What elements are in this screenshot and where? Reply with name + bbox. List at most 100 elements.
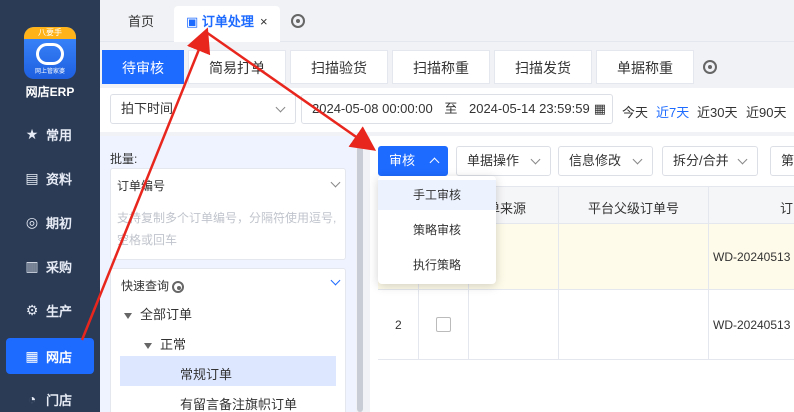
sidebar-item-label: 生产 bbox=[46, 303, 73, 319]
split-merge-label: 拆分/合并 bbox=[673, 153, 729, 168]
gear-icon bbox=[172, 280, 185, 293]
menu-item-manual-audit[interactable]: 手工审核 bbox=[378, 180, 496, 210]
tree-node-flagged[interactable]: 有留言备注旗帜订单 bbox=[180, 394, 297, 412]
col-parent-order-no[interactable]: 平台父级订单号 bbox=[588, 198, 679, 217]
calendar-icon: ▦ bbox=[593, 101, 606, 116]
subtab-scan-ship[interactable]: 扫描发货 bbox=[494, 50, 592, 84]
order-no-label: 订单编号 bbox=[117, 179, 166, 193]
time-type-value: 拍下时间 bbox=[121, 101, 174, 116]
sidebar-item-data[interactable]: ▤ 资料 bbox=[0, 160, 100, 196]
order-no-input[interactable]: 支持复制多个订单编号，分隔符使用逗号,空格或回车 bbox=[117, 207, 337, 251]
chevron-down-icon[interactable] bbox=[330, 177, 341, 188]
quick-90days[interactable]: 近90天 bbox=[746, 102, 786, 121]
row-index: 2 bbox=[395, 318, 402, 332]
col-order-no[interactable]: 订 bbox=[780, 198, 793, 217]
info-edit-button[interactable]: 信息修改 bbox=[558, 146, 653, 176]
left-filter-panel: 批量: 订单编号 支持复制多个订单编号，分隔符使用逗号,空格或回车 快速查询 全… bbox=[100, 136, 356, 412]
time-type-select[interactable]: 拍下时间 bbox=[110, 94, 296, 124]
star-icon: ★ bbox=[25, 125, 39, 142]
logo-ribbon: 八要手 bbox=[24, 27, 76, 39]
audit-label: 审核 bbox=[389, 153, 416, 168]
chevron-down-icon bbox=[632, 154, 643, 165]
filter-bar: 拍下时间 2024-05-08 00:00:00 至 2024-05-14 23… bbox=[100, 88, 794, 132]
document-icon: ▤ bbox=[25, 169, 39, 186]
gear-icon[interactable] bbox=[703, 60, 717, 77]
quick-query-text: 快速查询 bbox=[121, 279, 170, 293]
chevron-up-icon bbox=[429, 157, 440, 168]
tree-node-regular[interactable]: 常规订单 bbox=[180, 364, 232, 383]
tree-node-label: 正常 bbox=[160, 337, 187, 352]
sidebar: 八要手 网上管家婆 网店ERP ★ 常用 ▤ 资料 ◎ 期初 ▥ 采购 ⚙ 生产 ▦ 网店 … bbox=[0, 0, 100, 412]
subtab-simple-print[interactable]: 简易打单 bbox=[188, 50, 286, 84]
order-no-cell: WD-20240513 bbox=[713, 318, 791, 332]
cloud-icon bbox=[36, 43, 64, 65]
sidebar-item-production[interactable]: ⚙ 生产 bbox=[0, 292, 100, 328]
sidebar-item-shop[interactable]: ◔ 门店 bbox=[0, 381, 100, 412]
tab-label: 订单处理 bbox=[201, 14, 254, 29]
production-icon: ⚙ bbox=[25, 301, 39, 318]
doc-ops-button[interactable]: 单据操作 bbox=[456, 146, 551, 176]
sidebar-item-label: 期初 bbox=[46, 215, 73, 231]
subtab-doc-weigh[interactable]: 单据称重 bbox=[596, 50, 694, 84]
panel-scrollbar[interactable] bbox=[357, 146, 363, 412]
quick-today[interactable]: 今天 bbox=[622, 102, 648, 121]
sub-tab-bar: 待审核 简易打单 扫描验货 扫描称重 扫描发货 单据称重 bbox=[100, 42, 794, 88]
quick-query-label[interactable]: 快速查询 bbox=[121, 277, 185, 294]
store-icon: ▦ bbox=[25, 347, 39, 364]
purchase-icon: ▥ bbox=[25, 257, 39, 274]
tree-node-label: 全部订单 bbox=[140, 307, 193, 322]
expand-triangle-icon bbox=[124, 312, 132, 319]
sidebar-item-common[interactable]: ★ 常用 bbox=[0, 116, 100, 152]
tree-node-normal[interactable]: 正常 bbox=[144, 334, 186, 353]
date-range-picker[interactable]: 2024-05-08 00:00:00 至 2024-05-14 23:59:5… bbox=[301, 94, 613, 124]
quick-7days[interactable]: 近7天 bbox=[656, 102, 689, 121]
sidebar-item-initial[interactable]: ◎ 期初 bbox=[0, 204, 100, 240]
subtab-scan-inspect[interactable]: 扫描验货 bbox=[290, 50, 388, 84]
audit-dropdown-menu: 手工审核 策略审核 执行策略 bbox=[378, 176, 496, 284]
sidebar-item-label: 常用 bbox=[46, 127, 73, 143]
chevron-down-icon bbox=[275, 102, 286, 113]
sidebar-item-purchase[interactable]: ▥ 采购 bbox=[0, 248, 100, 284]
column-divider bbox=[708, 186, 709, 360]
tab-home[interactable]: 首页 bbox=[116, 6, 166, 42]
info-edit-label: 信息修改 bbox=[569, 153, 622, 168]
target-icon: ◎ bbox=[25, 213, 39, 230]
clipboard-icon: ▣ bbox=[186, 14, 199, 29]
split-merge-button[interactable]: 拆分/合并 bbox=[662, 146, 758, 176]
column-divider bbox=[558, 186, 559, 360]
chevron-down-icon bbox=[530, 154, 541, 165]
batch-label: 批量: bbox=[110, 152, 138, 166]
tab-order-processing[interactable]: ▣ 订单处理 × bbox=[174, 6, 280, 42]
expand-triangle-icon bbox=[144, 342, 152, 349]
top-tab-bar: 首页 ▣ 订单处理 × bbox=[100, 0, 794, 42]
more-button[interactable]: 第 bbox=[770, 146, 794, 176]
start-date: 2024-05-08 00:00:00 bbox=[312, 101, 433, 116]
order-no-box[interactable]: 订单编号 支持复制多个订单编号，分隔符使用逗号,空格或回车 bbox=[110, 168, 346, 260]
audit-button[interactable]: 审核 bbox=[378, 146, 448, 176]
pie-icon: ◔ bbox=[27, 391, 37, 407]
app-logo[interactable]: 八要手 网上管家婆 bbox=[24, 27, 76, 79]
menu-item-strategy-audit[interactable]: 策略审核 bbox=[378, 215, 496, 245]
row-checkbox[interactable] bbox=[436, 317, 451, 332]
doc-ops-label: 单据操作 bbox=[467, 153, 520, 168]
sidebar-item-store[interactable]: ▦ 网店 bbox=[6, 338, 94, 374]
tree-node-all[interactable]: 全部订单 bbox=[124, 304, 192, 323]
chevron-down-icon bbox=[737, 154, 748, 165]
quick-30days[interactable]: 近30天 bbox=[697, 102, 737, 121]
sidebar-item-label: 采购 bbox=[46, 259, 73, 275]
end-date: 2024-05-14 23:59:59 bbox=[468, 101, 590, 116]
logo-subtitle: 网上管家婆 bbox=[34, 69, 65, 75]
range-separator: 至 bbox=[444, 101, 458, 116]
gear-icon[interactable] bbox=[291, 14, 305, 31]
app-name: 网店ERP bbox=[25, 85, 75, 99]
close-icon[interactable]: × bbox=[260, 14, 268, 29]
order-no-cell: WD-20240513 bbox=[713, 250, 791, 264]
subtab-scan-weigh[interactable]: 扫描称重 bbox=[392, 50, 490, 84]
subtab-pending-audit[interactable]: 待审核 bbox=[102, 50, 184, 84]
menu-item-run-strategy[interactable]: 执行策略 bbox=[378, 250, 496, 280]
sidebar-item-label: 资料 bbox=[46, 171, 73, 187]
table-row[interactable]: 2 WD-20240513 bbox=[378, 290, 794, 360]
sidebar-item-label: 门店 bbox=[46, 392, 73, 408]
sidebar-item-label: 网店 bbox=[46, 349, 73, 365]
chevron-down-icon[interactable] bbox=[330, 275, 341, 286]
